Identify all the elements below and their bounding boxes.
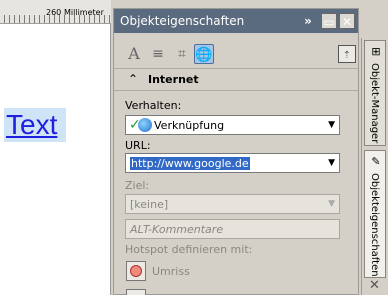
panel-title: Objekteigenschaften	[120, 14, 245, 28]
outline-circle-icon	[130, 265, 142, 277]
character-icon[interactable]: A	[124, 44, 144, 64]
object-properties-icon: ✎	[371, 155, 381, 168]
internet-icon[interactable]: 🌐	[194, 44, 214, 64]
object-properties-panel: Objekteigenschaften » ▭ ✕ A ≡ ⌗ 🌐 ⇡ ⌃ In…	[113, 8, 359, 295]
document-canvas[interactable]: 260 Millimeter Text	[0, 0, 111, 295]
close-icon[interactable]: ✕	[339, 13, 355, 29]
horizontal-ruler: 260 Millimeter	[0, 0, 111, 24]
target-value: [keine]	[130, 198, 169, 211]
target-dropdown[interactable]: [keine] ▼	[125, 194, 340, 214]
docker-tabs: ⊞ Objekt-Manager ✎ Objekteigenschaften ✕	[361, 38, 388, 295]
alt-comment-placeholder: ALT-Kommentare	[130, 223, 224, 236]
behavior-dropdown[interactable]: ✓ Verknüpfung ▼	[125, 115, 340, 135]
frame-icon[interactable]: ⌗	[172, 44, 192, 64]
alt-comment-input[interactable]: ALT-Kommentare	[125, 219, 340, 239]
url-value: http://www.google.de	[130, 157, 250, 170]
hotspot-outline-label: Umriss	[152, 265, 190, 278]
panel-titlebar[interactable]: Objekteigenschaften » ▭ ✕	[114, 9, 358, 33]
section-title: Internet	[148, 73, 199, 86]
internet-section-header[interactable]: ⌃ Internet	[114, 69, 358, 91]
target-label: Ziel:	[125, 179, 150, 192]
chevron-down-icon[interactable]: ▼	[328, 120, 335, 130]
ruler-ticks	[0, 15, 111, 23]
export-icon[interactable]: ⇡	[338, 45, 356, 63]
properties-toolbar: A ≡ ⌗ 🌐 ⇡	[114, 33, 358, 69]
object-manager-icon: ⊞	[371, 45, 381, 58]
hotspot-shape-button[interactable]	[126, 289, 146, 295]
behavior-value: Verknüpfung	[154, 119, 225, 132]
chevron-down-icon[interactable]: ▼	[328, 199, 335, 209]
globe-icon	[138, 118, 152, 132]
paragraph-icon[interactable]: ≡	[148, 44, 168, 64]
selected-text-object[interactable]: Text	[4, 108, 66, 142]
hotspot-label: Hotspot definieren mit:	[125, 243, 253, 256]
chevron-down-icon[interactable]: ▼	[328, 158, 335, 168]
tab-object-properties-label: Objekteigenschaften	[369, 173, 380, 277]
behavior-label: Verhalten:	[125, 99, 182, 112]
close-icon[interactable]: ✕	[369, 278, 380, 293]
minimize-icon[interactable]: ▭	[321, 13, 337, 29]
url-input[interactable]: http://www.google.de ▼	[125, 153, 340, 173]
tab-object-manager[interactable]: ⊞ Objekt-Manager	[364, 40, 386, 146]
chevron-up-icon[interactable]: ⌃	[128, 72, 138, 86]
tab-object-manager-label: Objekt-Manager	[369, 63, 380, 144]
url-label: URL:	[125, 139, 151, 152]
tab-object-properties[interactable]: ✎ Objekteigenschaften	[364, 150, 386, 278]
collapse-icon[interactable]: »	[300, 13, 316, 29]
hotspot-outline-button[interactable]	[126, 261, 146, 281]
